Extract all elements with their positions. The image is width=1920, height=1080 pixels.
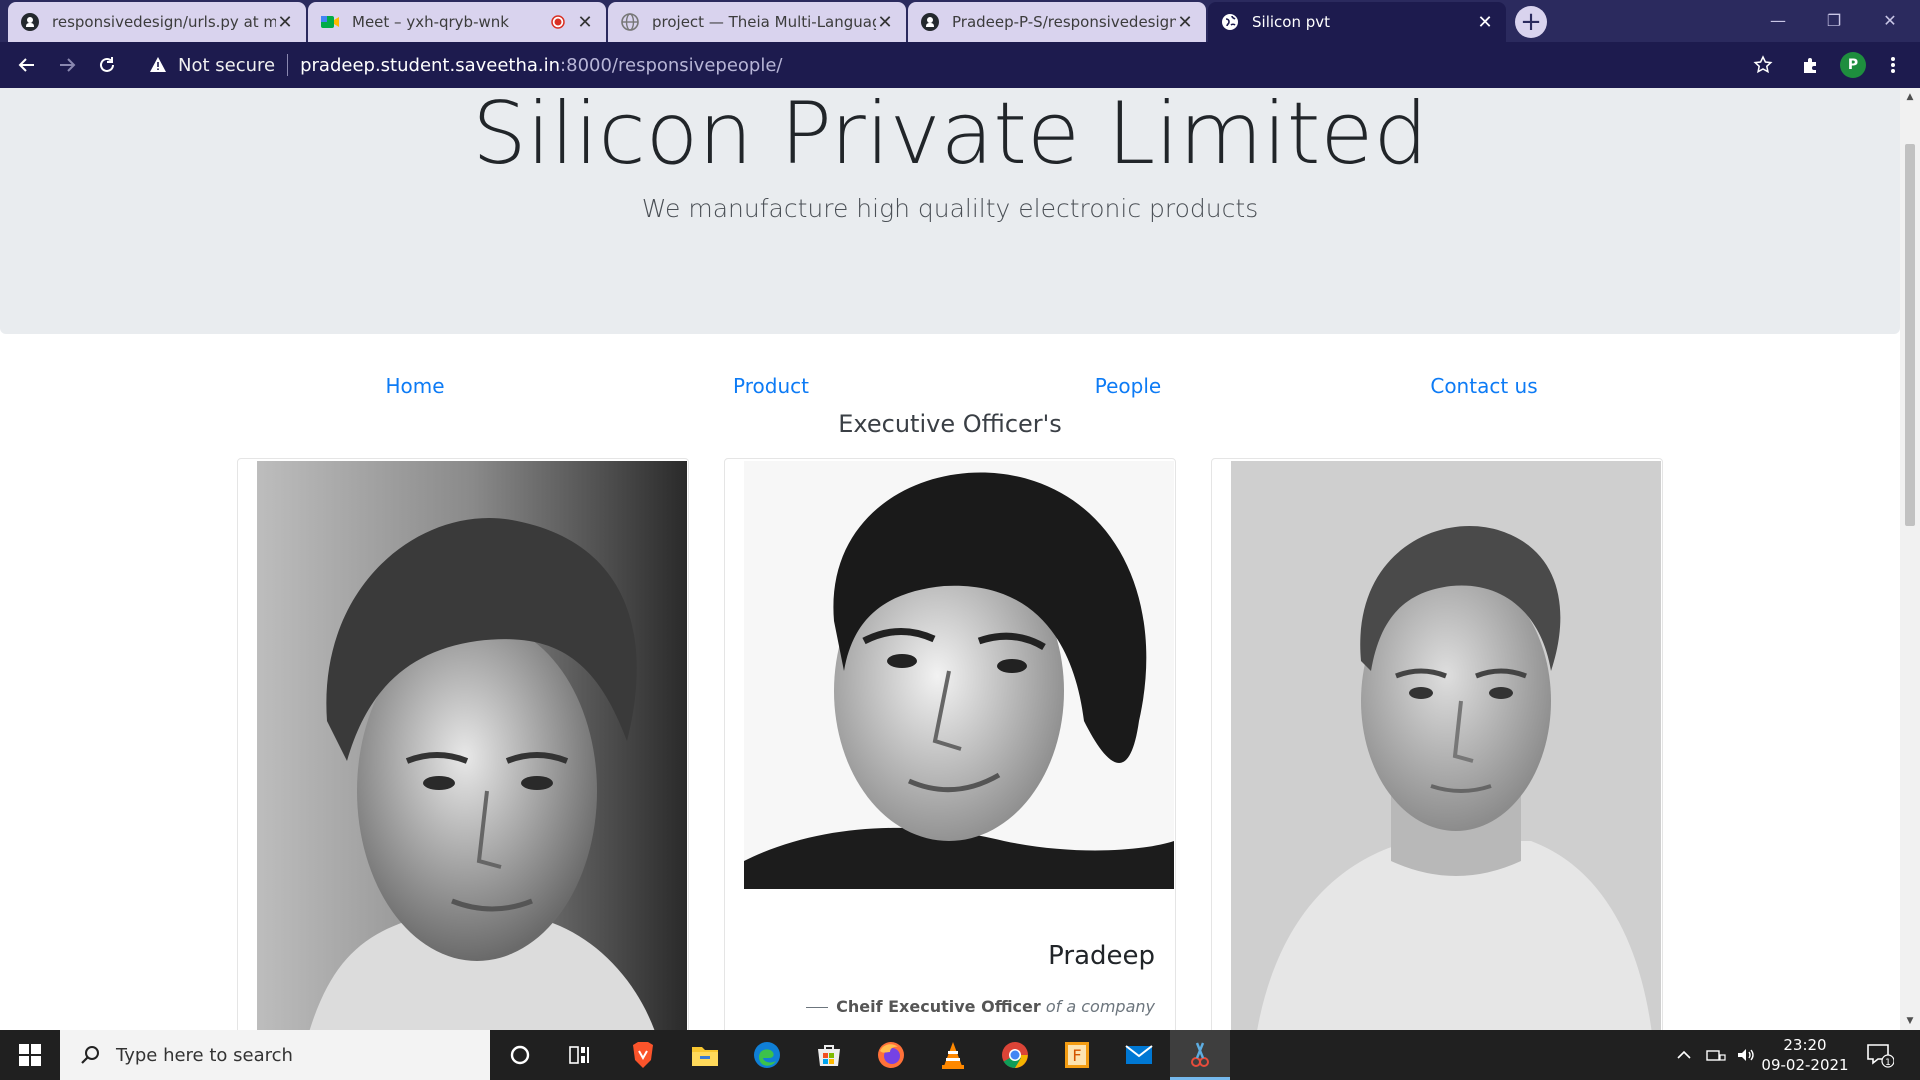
tab-github-repo[interactable]: Pradeep-P-S/responsivedesign ✕ <box>908 2 1206 42</box>
clock-time: 23:20 <box>1783 1036 1827 1054</box>
executive-title-suffix: of a company <box>1045 997 1155 1016</box>
scroll-up-icon[interactable]: ▲ <box>1905 92 1915 102</box>
tab-title: Silicon pvt <box>1252 13 1331 31</box>
recording-icon <box>548 12 568 32</box>
tab-title: project — Theia Multi-Language <box>652 13 876 31</box>
brave-browser-icon[interactable] <box>623 1035 663 1075</box>
reload-icon[interactable] <box>92 50 122 80</box>
tab-theia-project[interactable]: project — Theia Multi-Language ✕ <box>608 2 906 42</box>
back-arrow-icon[interactable] <box>12 50 42 80</box>
executive-role: Cheif Executive Officer of a company <box>806 997 1155 1016</box>
browser-tab-strip: responsivedesign/urls.py at mast ✕ Meet … <box>0 0 1920 42</box>
executive-card <box>1211 458 1663 1030</box>
executive-photo <box>744 461 1174 889</box>
jumbotron-header: Silicon Private Limited We manufacture h… <box>0 88 1900 334</box>
search-placeholder: Type here to search <box>116 1044 293 1066</box>
executive-name: Pradeep <box>1048 941 1155 971</box>
github-icon <box>920 12 940 32</box>
search-icon <box>78 1043 102 1067</box>
close-window-icon[interactable]: ✕ <box>1862 0 1918 40</box>
globe-icon <box>1220 12 1240 32</box>
system-clock[interactable]: 23:20 09-02-2021 <box>1760 1035 1850 1075</box>
page-viewport: Silicon Private Limited We manufacture h… <box>0 88 1900 1030</box>
tab-title: responsivedesign/urls.py at mast <box>52 13 276 31</box>
page-scrollbar[interactable]: ▲ ▼ <box>1900 88 1920 1030</box>
url-path[interactable]: :8000/responsivepeople/ <box>560 55 782 76</box>
network-icon[interactable] <box>1706 1030 1726 1080</box>
scroll-thumb[interactable] <box>1905 144 1915 526</box>
minimize-icon[interactable]: — <box>1750 0 1806 40</box>
microsoft-store-icon[interactable] <box>809 1035 849 1075</box>
google-meet-icon <box>320 12 340 32</box>
tab-silicon-pvt[interactable]: Silicon pvt ✕ <box>1208 2 1506 42</box>
nav-link-contact[interactable]: Contact us <box>1334 374 1634 398</box>
forward-arrow-icon[interactable] <box>52 50 82 80</box>
task-view-icon[interactable] <box>560 1035 600 1075</box>
notification-center-icon[interactable]: 1 <box>1866 1030 1894 1080</box>
role-dash <box>806 1007 829 1008</box>
executive-photo <box>257 461 687 1030</box>
menu-kebab-icon[interactable] <box>1878 50 1908 80</box>
profile-avatar[interactable]: P <box>1840 52 1866 78</box>
edge-browser-icon[interactable] <box>747 1035 787 1075</box>
scroll-down-icon[interactable]: ▼ <box>1905 1016 1915 1026</box>
mail-icon[interactable] <box>1119 1035 1159 1075</box>
volume-icon[interactable] <box>1736 1030 1756 1080</box>
tab-github-urls[interactable]: responsivedesign/urls.py at mast ✕ <box>8 2 306 42</box>
bookmark-star-icon[interactable] <box>1748 50 1778 80</box>
snipping-tool-icon[interactable] <box>1180 1035 1220 1075</box>
nav-link-product[interactable]: Product <box>621 374 921 398</box>
nav-link-home[interactable]: Home <box>265 374 565 398</box>
cortana-icon[interactable] <box>500 1035 540 1075</box>
security-status-label[interactable]: Not secure <box>178 55 275 76</box>
close-icon[interactable]: ✕ <box>1176 12 1194 33</box>
page-title: Silicon Private Limited <box>472 88 1428 184</box>
new-tab-button[interactable]: + <box>1515 6 1547 38</box>
svg-text:F: F <box>1072 1046 1081 1065</box>
browser-toolbar: Not secure pradeep.student.saveetha.in:8… <box>0 42 1920 88</box>
nav-link-people[interactable]: People <box>978 374 1278 398</box>
vlc-icon[interactable] <box>933 1035 973 1075</box>
url-host[interactable]: pradeep.student.saveetha.in <box>300 55 560 76</box>
foxit-reader-icon[interactable]: F <box>1057 1035 1097 1075</box>
extensions-puzzle-icon[interactable] <box>1796 50 1826 80</box>
page-subtitle: We manufacture high qualilty electronic … <box>641 194 1259 223</box>
chrome-icon[interactable] <box>995 1035 1035 1075</box>
close-icon[interactable]: ✕ <box>876 12 894 33</box>
github-icon <box>20 12 40 32</box>
windows-start-icon[interactable] <box>0 1030 60 1080</box>
clock-date: 09-02-2021 <box>1761 1056 1849 1074</box>
file-explorer-icon[interactable] <box>685 1035 725 1075</box>
url-separator <box>287 54 289 76</box>
executive-card: Pradeep Cheif Executive Officer of a com… <box>724 458 1176 1030</box>
warning-triangle-icon[interactable] <box>148 55 168 75</box>
section-title: Executive Officer's <box>838 410 1062 438</box>
executive-title: Cheif Executive Officer <box>836 997 1041 1016</box>
close-icon[interactable]: ✕ <box>276 12 294 33</box>
notification-count: 1 <box>1885 1058 1891 1068</box>
windows-taskbar: Type here to search F 23:20 09-02-2021 1 <box>0 1030 1920 1080</box>
executive-photo <box>1231 461 1661 1030</box>
tab-google-meet[interactable]: Meet – yxh-qryb-wnk ✕ <box>308 2 606 42</box>
close-icon[interactable]: ✕ <box>1476 12 1494 33</box>
taskbar-search[interactable]: Type here to search <box>60 1030 490 1080</box>
executive-card <box>237 458 689 1030</box>
chevron-up-icon[interactable] <box>1676 1030 1692 1080</box>
close-icon[interactable]: ✕ <box>576 12 594 33</box>
firefox-icon[interactable] <box>871 1035 911 1075</box>
tab-title: Meet – yxh-qryb-wnk <box>352 13 509 31</box>
address-bar[interactable]: Not secure pradeep.student.saveetha.in:8… <box>138 46 1778 84</box>
tab-title: Pradeep-P-S/responsivedesign <box>952 13 1176 31</box>
globe-icon <box>620 12 640 32</box>
restore-icon[interactable]: ❐ <box>1806 0 1862 40</box>
